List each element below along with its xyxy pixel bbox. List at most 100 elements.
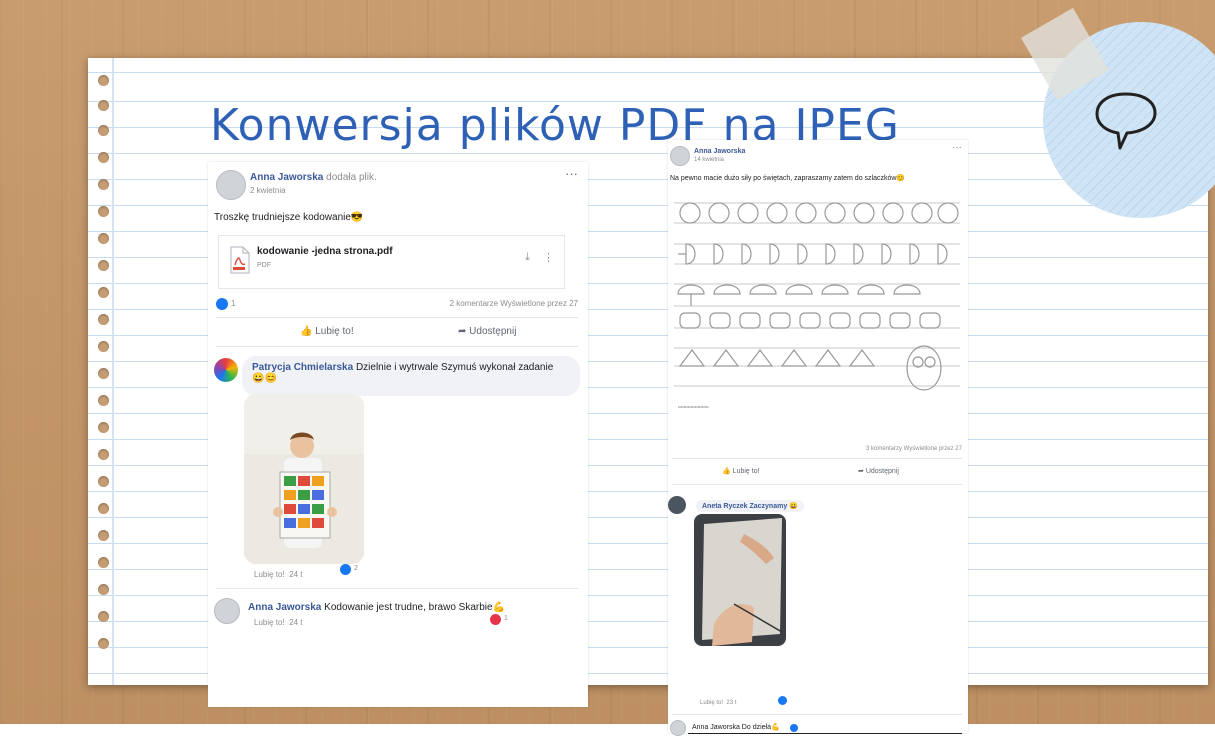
- comment-emoji: 😀: [789, 503, 798, 510]
- binder-hole: [98, 557, 109, 568]
- post-author[interactable]: Anna Jaworska: [250, 172, 323, 183]
- avatar[interactable]: [214, 358, 238, 382]
- pdf-file-icon: [230, 246, 250, 274]
- like-icon: 👍: [722, 468, 731, 475]
- share-icon: ➦: [458, 326, 467, 337]
- more-options-icon[interactable]: ···: [565, 166, 578, 181]
- comment-photo[interactable]: [694, 514, 786, 646]
- like-reaction-icon: [216, 298, 228, 310]
- divider: [216, 346, 578, 347]
- file-type: PDF: [257, 262, 271, 269]
- avatar[interactable]: [214, 598, 240, 624]
- svg-text:••••••••••••••••••••••: ••••••••••••••••••••••: [678, 404, 709, 409]
- comment-meta: Lubię to! 24 t: [254, 570, 303, 579]
- post-stats[interactable]: 2 komentarze Wyświetlone przez 27: [450, 299, 578, 308]
- divider: [672, 714, 962, 715]
- divider: [216, 588, 578, 589]
- binder-hole: [98, 449, 109, 460]
- comment-like-link[interactable]: Lubię to!: [254, 618, 285, 627]
- more-file-icon[interactable]: ⋮: [543, 251, 554, 264]
- facebook-post-left: Anna Jaworska dodała plik. 2 kwietnia ··…: [208, 162, 588, 707]
- post-action: dodała plik.: [326, 172, 377, 183]
- divider: [216, 317, 578, 318]
- comment-author[interactable]: Patrycja Chmielarska: [252, 362, 353, 373]
- binder-hole: [98, 341, 109, 352]
- avatar[interactable]: [670, 720, 686, 736]
- binder-hole: [98, 287, 109, 298]
- comment-author[interactable]: Aneta Ryczek Zaczynamy: [702, 503, 787, 510]
- post-stats[interactable]: 3 komentarzy Wyświetlone przez 27: [866, 446, 962, 452]
- binder-hole: [98, 206, 109, 217]
- share-label: Udostępnij: [865, 468, 899, 475]
- binder-hole: [98, 503, 109, 514]
- speech-bubble-icon: [1095, 92, 1157, 150]
- like-button[interactable]: 👍 Lubię to!: [722, 467, 760, 475]
- tracing-worksheet-image: ••••••••••••••••••••••: [674, 186, 960, 426]
- share-label: Udostępnij: [469, 326, 517, 337]
- margin-line: [112, 58, 114, 685]
- binder-hole: [98, 233, 109, 244]
- like-label: Lubię to!: [732, 468, 760, 475]
- post-date[interactable]: 2 kwietnia: [250, 186, 286, 195]
- comment-text: Dzielnie i wytrwale Szymuś wykonał zadan…: [355, 362, 554, 373]
- binder-hole: [98, 638, 109, 649]
- binder-hole: [98, 422, 109, 433]
- comment-reactions[interactable]: 2: [354, 565, 358, 572]
- binder-hole: [98, 530, 109, 541]
- comment-photo[interactable]: [244, 394, 364, 564]
- comment-author[interactable]: Anna Jaworska: [248, 602, 321, 613]
- comment-like-link[interactable]: Lubię to!: [254, 570, 285, 579]
- more-options-icon[interactable]: ···: [952, 142, 962, 153]
- comment-time[interactable]: 23 t: [726, 700, 736, 706]
- avatar[interactable]: [216, 170, 246, 200]
- facebook-post-right: Anna Jaworska 14 kwietnia ··· Na pewno m…: [668, 140, 968, 736]
- comment-text: Kodowanie jest trudne, brawo Skarbie💪: [324, 602, 506, 613]
- post-author[interactable]: Anna Jaworska: [694, 148, 745, 155]
- file-attachment[interactable]: kodowanie -jedna strona.pdf PDF ⤓ ⋮: [218, 235, 565, 289]
- like-reaction-icon: [778, 696, 787, 705]
- like-reaction-icon: [340, 564, 351, 575]
- comment-bubble: Patrycja Chmielarska Dzielnie i wytrwale…: [242, 356, 580, 396]
- post-text: Na pewno macie dużo siły po świętach, za…: [670, 175, 906, 182]
- love-reaction-icon: [490, 614, 501, 625]
- divider: [672, 458, 962, 459]
- binder-hole: [98, 152, 109, 163]
- download-icon[interactable]: ⤓: [525, 251, 530, 264]
- divider: [672, 484, 962, 485]
- comment-time[interactable]: 24 t: [289, 570, 302, 579]
- comment-emoji: 😀😊: [252, 373, 277, 384]
- binder-hole: [98, 395, 109, 406]
- avatar[interactable]: [668, 496, 686, 514]
- bottom-border: [688, 733, 962, 734]
- binder-hole: [98, 314, 109, 325]
- binder-hole: [98, 179, 109, 190]
- comment-meta: Lubię to! 23 t: [700, 700, 736, 706]
- binder-hole: [98, 260, 109, 271]
- binder-hole: [98, 75, 109, 86]
- comment-bubble: Anna Jaworska Kodowanie jest trudne, bra…: [248, 602, 505, 613]
- binder-hole: [98, 125, 109, 136]
- share-button[interactable]: ➦ Udostępnij: [858, 467, 899, 475]
- reaction-count[interactable]: 1: [231, 299, 235, 308]
- binder-hole: [98, 584, 109, 595]
- share-icon: ➦: [858, 468, 864, 475]
- comment-time[interactable]: 24 t: [289, 618, 302, 627]
- boy-with-drawing-photo: [244, 394, 364, 564]
- like-icon: 👍: [300, 326, 313, 337]
- share-button[interactable]: ➦ Udostępnij: [458, 326, 516, 337]
- binder-hole: [98, 611, 109, 622]
- notebook-paper: Konwersja plików PDF na JPEG Anna Jawors…: [88, 7, 1215, 736]
- comment-text: Anna Jaworska Do dzieła💪: [692, 724, 780, 731]
- file-name[interactable]: kodowanie -jedna strona.pdf: [257, 246, 393, 257]
- comment-like-link[interactable]: Lubię to!: [700, 700, 723, 706]
- comment-meta: Lubię to! 24 t: [254, 618, 303, 627]
- like-reaction-icon: [790, 724, 798, 732]
- binder-hole: [98, 100, 109, 111]
- post-text: Troszkę trudniejsze kodowanie😎: [214, 212, 364, 223]
- binder-hole: [98, 368, 109, 379]
- comment-bubble: Aneta Ryczek Zaczynamy 😀: [696, 500, 804, 512]
- avatar[interactable]: [670, 146, 690, 166]
- post-date[interactable]: 14 kwietnia: [694, 157, 724, 163]
- like-button[interactable]: 👍 Lubię to!: [300, 326, 354, 337]
- comment-reactions[interactable]: 1: [504, 615, 508, 622]
